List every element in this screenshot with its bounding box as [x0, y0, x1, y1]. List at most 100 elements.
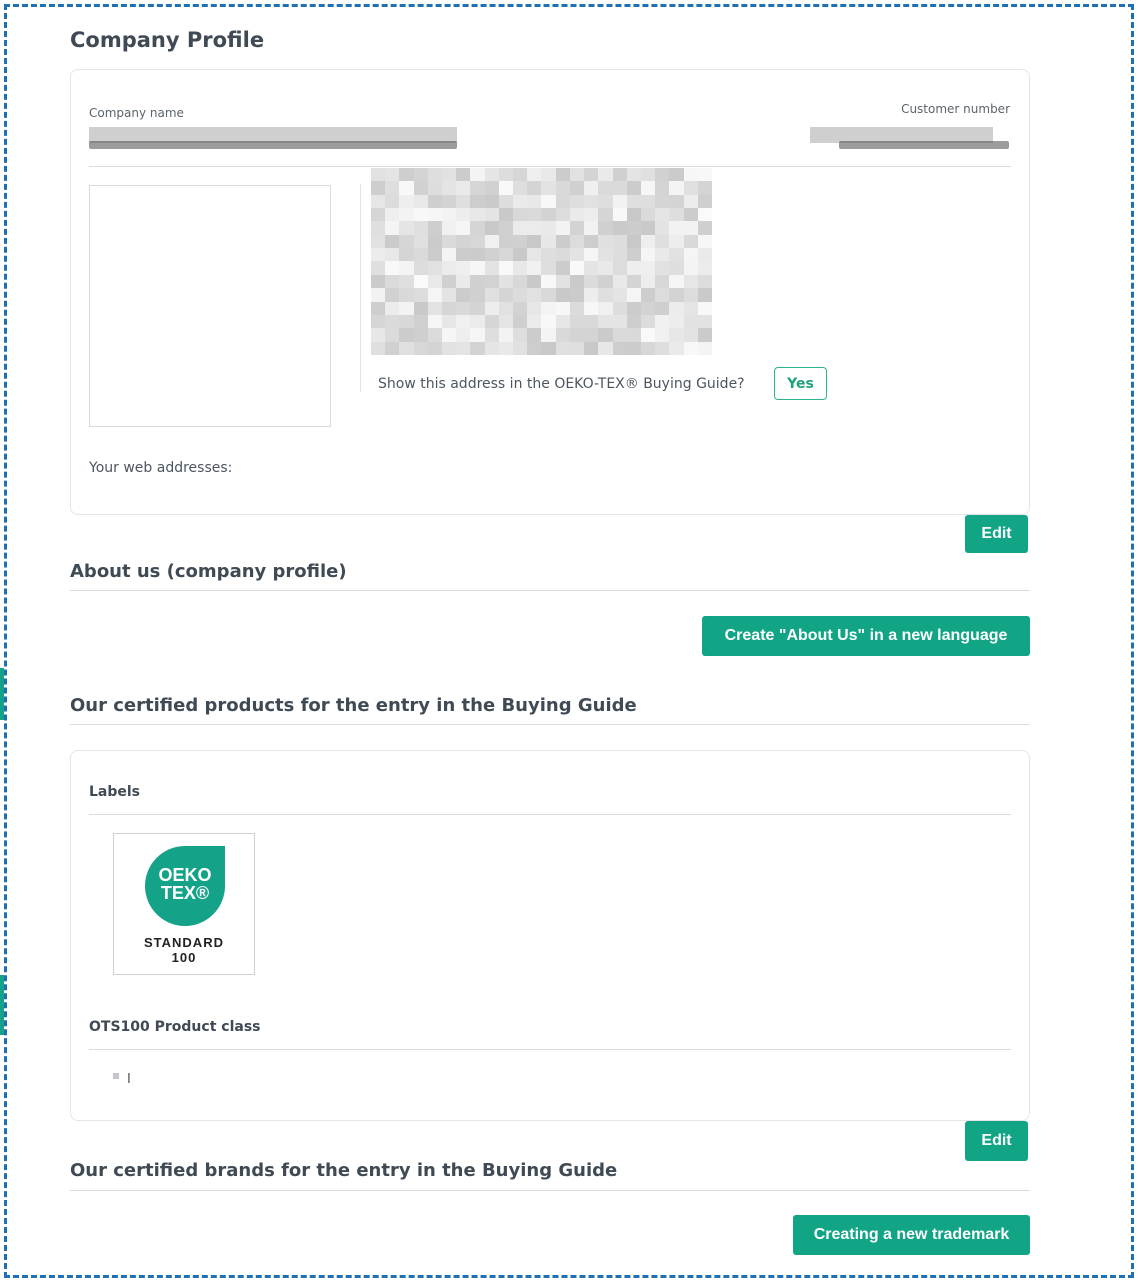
mosaic-tile — [640, 314, 656, 329]
mosaic-tile — [399, 301, 414, 315]
mosaic-tile — [484, 274, 499, 289]
mosaic-tile — [470, 341, 485, 355]
mosaic-tile — [470, 288, 485, 302]
edge-indicator — [0, 668, 4, 720]
edit-products-button[interactable]: Edit — [965, 1121, 1028, 1161]
mosaic-tile — [470, 221, 485, 235]
mosaic-tile — [470, 194, 485, 209]
mosaic-tile — [513, 208, 528, 222]
mosaic-tile — [498, 234, 514, 249]
mosaic-tile — [555, 221, 570, 235]
mosaic-tile — [413, 341, 428, 355]
mosaic-tile — [626, 234, 641, 249]
mosaic-tile — [399, 288, 414, 302]
mosaic-tile — [683, 341, 698, 355]
divider — [89, 814, 1011, 815]
mosaic-tile — [697, 328, 712, 342]
mosaic-tile — [555, 274, 570, 289]
mosaic-tile — [640, 234, 656, 249]
mosaic-tile — [484, 328, 499, 342]
mosaic-tile — [385, 234, 400, 249]
mosaic-tile — [612, 341, 627, 355]
mosaic-tile — [669, 168, 684, 182]
product-class-item: I — [113, 1073, 131, 1087]
mosaic-tile — [683, 168, 698, 182]
mosaic-tile — [456, 341, 471, 355]
mosaic-tile — [655, 221, 670, 235]
mosaic-tile — [655, 181, 670, 195]
mosaic-tile — [456, 274, 471, 289]
mosaic-tile — [541, 274, 556, 289]
mosaic-tile — [626, 288, 641, 302]
mosaic-tile — [484, 194, 499, 209]
oeko-tex-label-tile[interactable]: OEKO TEX® STANDARD 100 — [113, 833, 255, 975]
mosaic-tile — [498, 328, 514, 342]
mosaic-tile — [498, 288, 514, 302]
mosaic-tile — [484, 288, 499, 302]
create-trademark-button[interactable]: Creating a new trademark — [793, 1215, 1030, 1255]
mosaic-tile — [612, 248, 627, 262]
mosaic-tile — [626, 274, 641, 289]
mosaic-tile — [640, 288, 656, 302]
mosaic-tile — [683, 194, 698, 209]
mosaic-tile — [683, 274, 698, 289]
mosaic-tile — [385, 301, 400, 315]
mosaic-tile — [626, 194, 641, 209]
mosaic-tile — [541, 261, 556, 275]
buying-guide-yes-badge[interactable]: Yes — [774, 367, 827, 400]
mosaic-tile — [584, 221, 599, 235]
mosaic-tile — [385, 208, 400, 222]
edge-indicator — [0, 975, 4, 1035]
mosaic-tile — [371, 248, 386, 262]
mosaic-tile — [527, 328, 542, 342]
mosaic-tile — [484, 168, 499, 182]
mosaic-tile — [413, 261, 428, 275]
mosaic-tile — [612, 181, 627, 195]
mosaic-tile — [640, 221, 656, 235]
mosaic-tile — [697, 314, 712, 329]
mosaic-tile — [442, 181, 457, 195]
mosaic-tile — [541, 208, 556, 222]
mosaic-tile — [399, 274, 414, 289]
mosaic-tile — [584, 328, 599, 342]
mosaic-tile — [612, 168, 627, 182]
mosaic-tile — [427, 208, 443, 222]
mosaic-tile — [669, 328, 684, 342]
mosaic-tile — [442, 221, 457, 235]
mosaic-tile — [541, 288, 556, 302]
divider — [89, 1049, 1011, 1050]
mosaic-tile — [513, 194, 528, 209]
mosaic-tile — [541, 168, 556, 182]
address-redacted — [371, 168, 712, 355]
mosaic-tile — [555, 314, 570, 329]
mosaic-tile — [555, 168, 570, 182]
mosaic-tile — [470, 234, 485, 249]
mosaic-tile — [541, 341, 556, 355]
create-about-us-button[interactable]: Create "About Us" in a new language — [702, 616, 1030, 656]
mosaic-tile — [484, 341, 499, 355]
mosaic-tile — [640, 274, 656, 289]
divider — [70, 724, 1030, 725]
mosaic-tile — [427, 221, 443, 235]
mosaic-tile — [555, 301, 570, 315]
edit-company-button[interactable]: Edit — [965, 515, 1028, 553]
mosaic-tile — [385, 288, 400, 302]
mosaic-tile — [655, 261, 670, 275]
mosaic-tile — [498, 181, 514, 195]
customer-number-label: Customer number — [901, 102, 1010, 116]
mosaic-tile — [470, 328, 485, 342]
mosaic-tile — [399, 221, 414, 235]
mosaic-tile — [470, 314, 485, 329]
mosaic-tile — [669, 314, 684, 329]
mosaic-tile — [399, 168, 414, 182]
company-logo-placeholder[interactable] — [89, 185, 331, 427]
mosaic-tile — [669, 234, 684, 249]
mosaic-tile — [498, 341, 514, 355]
mosaic-tile — [555, 288, 570, 302]
mosaic-tile — [371, 194, 386, 209]
mosaic-tile — [385, 194, 400, 209]
mosaic-tile — [427, 328, 443, 342]
mosaic-tile — [442, 314, 457, 329]
mosaic-tile — [442, 168, 457, 182]
mosaic-tile — [612, 328, 627, 342]
